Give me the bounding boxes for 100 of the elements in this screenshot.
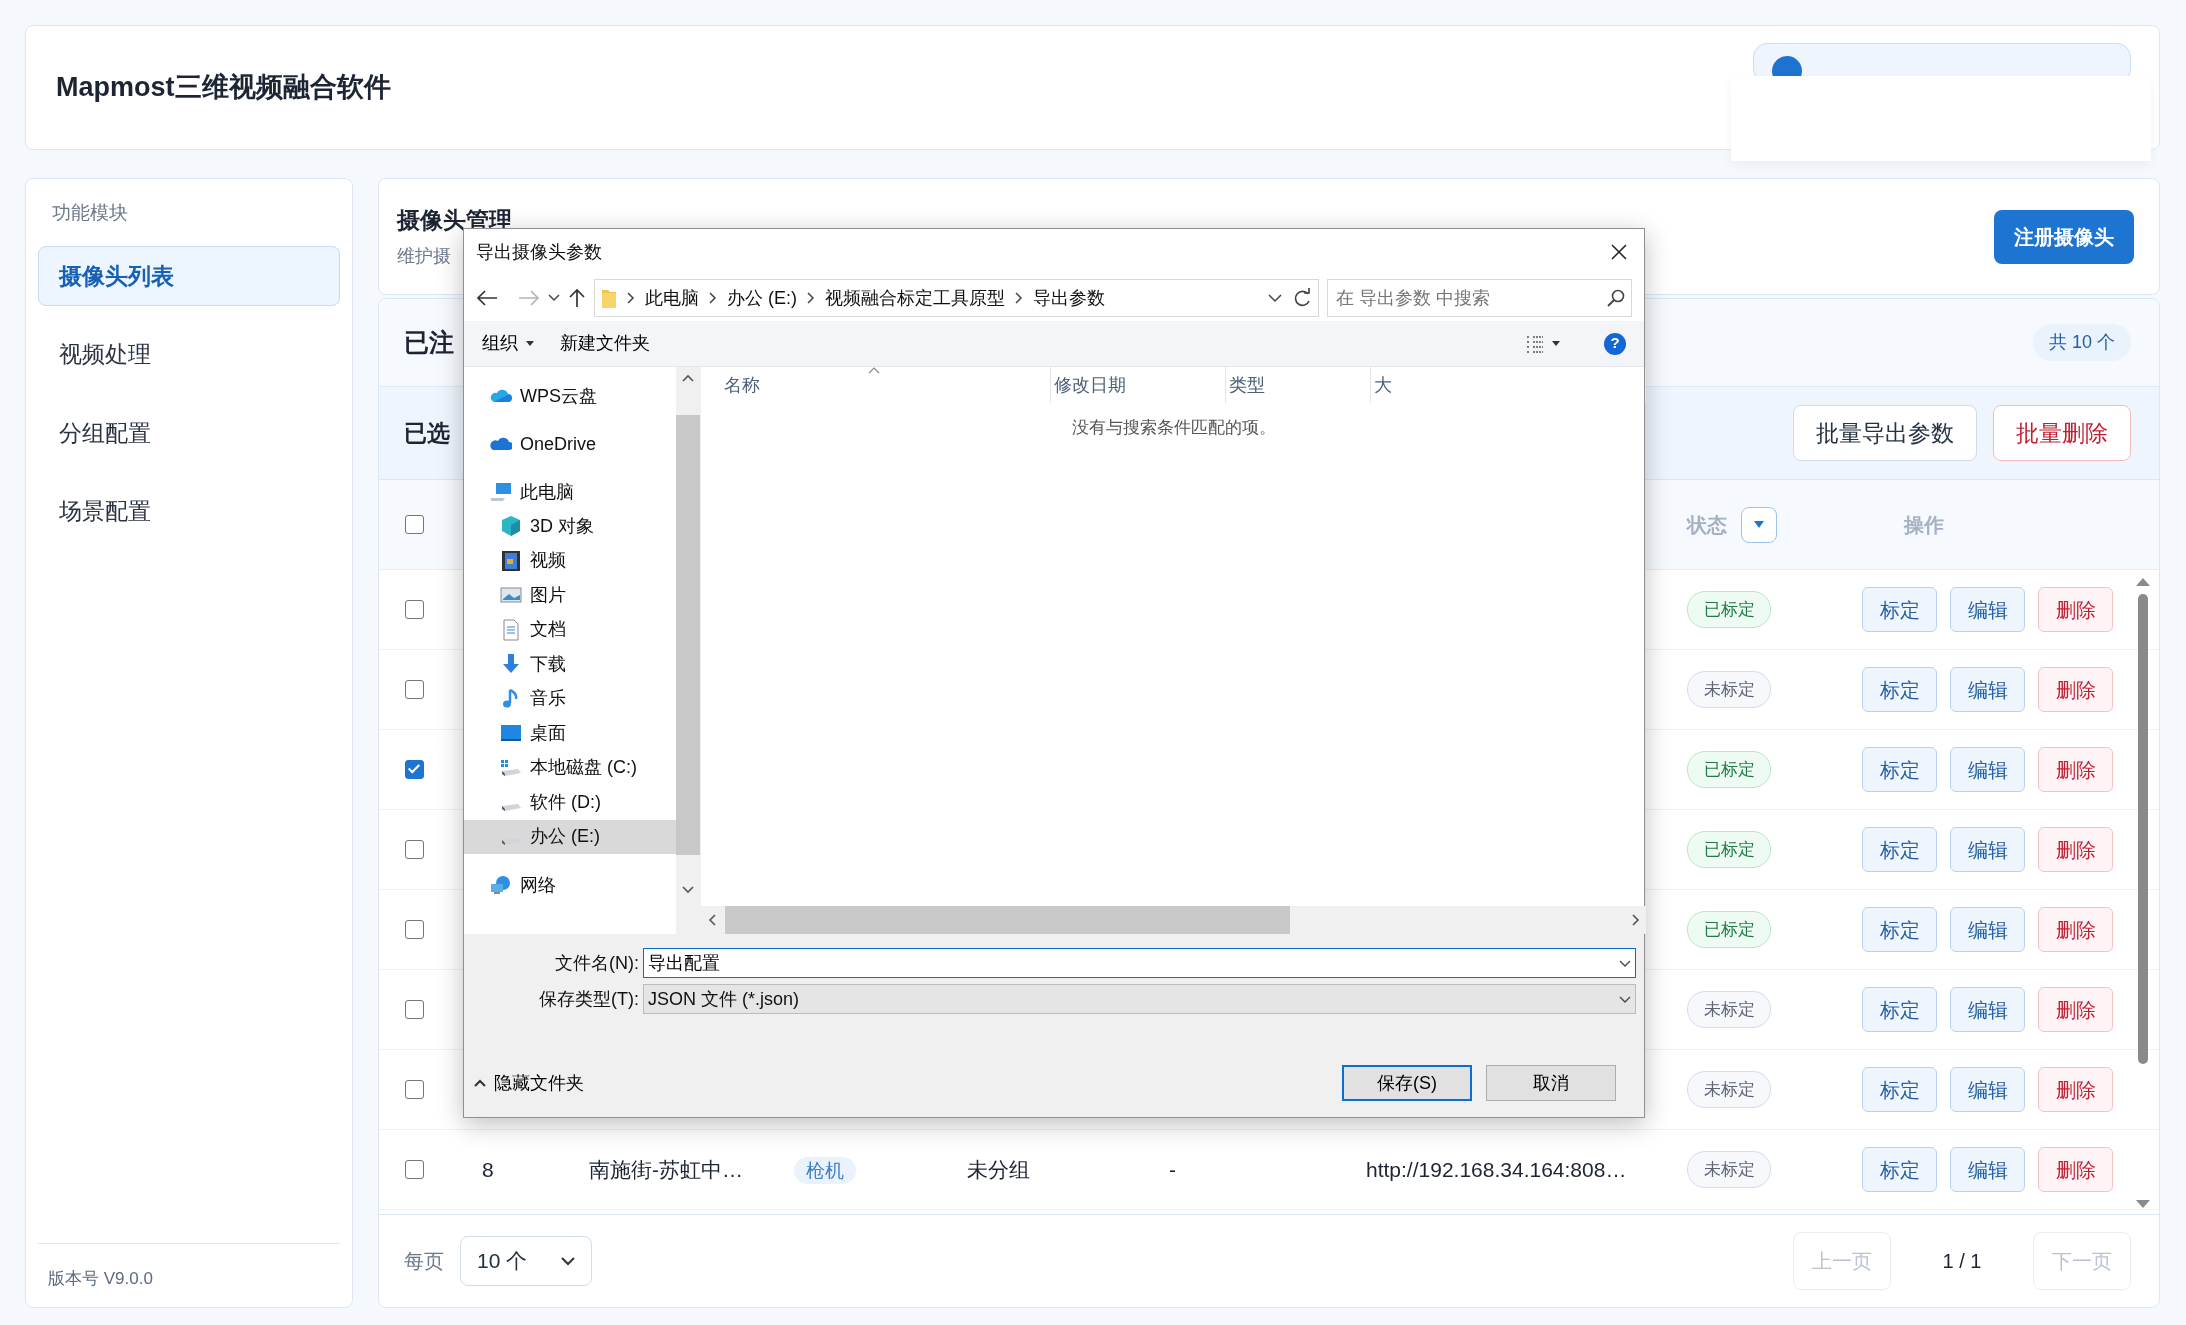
save-button[interactable]: 保存(S) bbox=[1342, 1065, 1472, 1101]
action-button[interactable]: 标定 bbox=[1862, 747, 1937, 792]
register-button[interactable]: 注册摄像头 bbox=[1994, 209, 2134, 264]
action-button[interactable]: 标定 bbox=[1862, 1147, 1937, 1192]
column-header[interactable]: 名称 bbox=[721, 367, 1051, 403]
refresh-icon[interactable] bbox=[1292, 288, 1312, 308]
tree-item[interactable]: 此电脑 bbox=[464, 475, 676, 509]
per-page-label: 每页 bbox=[404, 1249, 444, 1274]
tree-item[interactable]: 3D 对象 bbox=[464, 509, 676, 544]
sidebar-item[interactable]: 摄像头列表 bbox=[38, 245, 340, 306]
recent-dropdown-icon[interactable] bbox=[548, 294, 560, 302]
action-button[interactable]: 标定 bbox=[1862, 587, 1937, 632]
chevron-down-icon[interactable] bbox=[1268, 293, 1282, 303]
status-badge: 已标定 bbox=[1687, 590, 1771, 629]
tree-item[interactable]: WPS云盘 bbox=[464, 379, 676, 413]
column-header: 状态 bbox=[1687, 512, 1727, 538]
action-button[interactable]: 编辑 bbox=[1950, 667, 2025, 712]
delete-button[interactable]: 删除 bbox=[2038, 987, 2113, 1032]
checkbox[interactable] bbox=[404, 920, 424, 939]
drive-icon bbox=[500, 837, 522, 847]
status-badge: 已标定 bbox=[1687, 830, 1771, 869]
page-size-select[interactable]: 10 个 bbox=[460, 1236, 592, 1286]
action-button[interactable]: 编辑 bbox=[1950, 987, 2025, 1032]
caret-icon bbox=[1754, 520, 1764, 529]
tree-item[interactable]: 软件 (D:) bbox=[464, 785, 676, 820]
checkbox[interactable] bbox=[404, 515, 424, 534]
delete-button[interactable]: 删除 bbox=[2038, 1067, 2113, 1112]
sidebar-item[interactable]: 场景配置 bbox=[38, 481, 340, 542]
field-label: 文件名(N): bbox=[554, 951, 639, 975]
delete-button[interactable]: 删除 bbox=[2038, 827, 2113, 872]
action-button[interactable]: 编辑 bbox=[1950, 827, 2025, 872]
tree-item[interactable]: 音乐 bbox=[464, 681, 676, 716]
tree-item[interactable]: 视频 bbox=[464, 543, 676, 578]
export-button[interactable]: 批量导出参数 bbox=[1793, 404, 1977, 462]
close-icon[interactable] bbox=[1610, 243, 1628, 261]
film-icon bbox=[500, 549, 522, 572]
tree-item[interactable]: 办公 (E:) bbox=[464, 819, 676, 854]
count-badge: 共 10 个 bbox=[2032, 324, 2131, 361]
checkbox[interactable] bbox=[404, 760, 424, 779]
chevron-right-icon bbox=[627, 292, 635, 304]
tree-item[interactable]: 本地磁盘 (C:) bbox=[464, 750, 676, 785]
checkbox[interactable] bbox=[404, 1080, 424, 1099]
delete-button[interactable]: 删除 bbox=[2038, 667, 2113, 712]
tree-item[interactable]: OneDrive bbox=[464, 427, 676, 461]
action-button[interactable]: 编辑 bbox=[1950, 1147, 2025, 1192]
breadcrumb-item[interactable]: 导出参数 bbox=[1033, 284, 1105, 312]
organize-menu[interactable]: 组织 bbox=[482, 330, 534, 357]
checkbox[interactable] bbox=[404, 680, 424, 699]
back-arrow-icon[interactable] bbox=[476, 289, 498, 307]
action-button[interactable]: 编辑 bbox=[1950, 587, 2025, 632]
action-button[interactable]: 标定 bbox=[1862, 907, 1937, 952]
up-arrow-icon[interactable] bbox=[568, 288, 586, 308]
breadcrumb-item[interactable]: 办公 (E:) bbox=[727, 284, 797, 312]
delete-button[interactable]: 删除 bbox=[2038, 1147, 2113, 1192]
tree-item[interactable]: 图片 bbox=[464, 578, 676, 613]
chevron-down-icon bbox=[1619, 959, 1631, 967]
tree-item[interactable]: 文档 bbox=[464, 612, 676, 647]
breadcrumb-item[interactable]: 视频融合标定工具原型 bbox=[825, 284, 1005, 312]
action-button[interactable]: 编辑 bbox=[1950, 1067, 2025, 1112]
view-menu[interactable] bbox=[1526, 334, 1560, 353]
breadcrumb-item[interactable]: 此电脑 bbox=[645, 284, 699, 312]
action-button[interactable]: 标定 bbox=[1862, 1067, 1937, 1112]
checkbox[interactable] bbox=[404, 1000, 424, 1019]
batch-delete-button[interactable]: 批量删除 bbox=[1993, 404, 2131, 462]
view-icon bbox=[1526, 334, 1544, 353]
sidebar-item[interactable]: 视频处理 bbox=[38, 324, 340, 385]
action-button[interactable]: 编辑 bbox=[1950, 907, 2025, 952]
filter-dropdown[interactable] bbox=[1741, 506, 1777, 543]
hide-folders-toggle[interactable]: 隐藏文件夹 bbox=[474, 1069, 584, 1097]
tree-item[interactable]: 桌面 bbox=[464, 716, 676, 751]
column-header[interactable]: 修改日期 bbox=[1051, 367, 1226, 403]
delete-button[interactable]: 删除 bbox=[2038, 747, 2113, 792]
search-box[interactable]: 在 导出参数 中搜索 bbox=[1327, 279, 1632, 317]
column-header[interactable]: 类型 bbox=[1226, 367, 1371, 403]
file-type-select[interactable]: JSON 文件 (*.json) bbox=[643, 984, 1636, 1014]
field-label: 保存类型(T): bbox=[538, 987, 639, 1011]
checkbox[interactable] bbox=[404, 1160, 424, 1179]
checkbox[interactable] bbox=[404, 840, 424, 859]
action-button[interactable]: 标定 bbox=[1862, 987, 1937, 1032]
action-button[interactable]: 标定 bbox=[1862, 827, 1937, 872]
action-button[interactable]: 标定 bbox=[1862, 667, 1937, 712]
cancel-button[interactable]: 取消 bbox=[1486, 1065, 1616, 1101]
action-button[interactable]: 编辑 bbox=[1950, 747, 2025, 792]
search-field[interactable]: 在 导出参数 中搜索 bbox=[1334, 281, 1607, 315]
empty-message: 没有与搜索条件匹配的项。 bbox=[1070, 417, 1277, 439]
type-tag: 枪机 bbox=[794, 1156, 856, 1184]
delete-button[interactable]: 删除 bbox=[2038, 907, 2113, 952]
sidebar-item[interactable]: 分组配置 bbox=[38, 402, 340, 463]
column-header[interactable]: 大 bbox=[1371, 367, 1646, 403]
delete-button[interactable]: 删除 bbox=[2038, 587, 2113, 632]
new-folder-button[interactable]: 新建文件夹 bbox=[560, 330, 650, 357]
help-button[interactable]: ? bbox=[1604, 332, 1626, 355]
caret-icon bbox=[526, 341, 534, 346]
checkbox[interactable] bbox=[404, 600, 424, 619]
tree-item[interactable]: 网络 bbox=[464, 868, 676, 902]
address-bar[interactable]: 此电脑 办公 (E:) 视频融合标定工具原型 导出参数 bbox=[594, 279, 1319, 317]
table-cell: - bbox=[1169, 1157, 1176, 1181]
row-number: 8 bbox=[482, 1157, 494, 1181]
chevron-down-icon bbox=[1619, 995, 1631, 1003]
tree-item[interactable]: 下载 bbox=[464, 647, 676, 682]
